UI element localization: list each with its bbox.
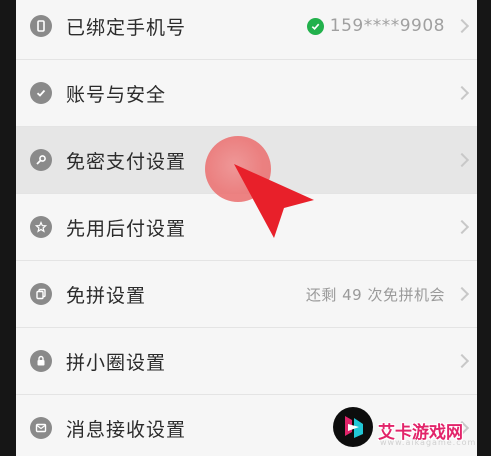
chevron-right-icon — [454, 353, 470, 369]
settings-item-group-free[interactable]: 免拼设置 还剩 49 次免拼机会 — [16, 261, 477, 328]
bound-phone-value: 159****9908 — [306, 16, 445, 36]
chevron-right-icon — [454, 219, 470, 235]
settings-item-label: 消息接收设置 — [66, 418, 187, 441]
settings-screen: 已绑定手机号 159****9908 账号与安全 免密支付设置 先用后付设置 免… — [16, 0, 477, 456]
settings-item-label: 免密支付设置 — [66, 150, 187, 173]
phone-icon — [30, 15, 52, 37]
group-free-remaining: 还剩 49 次免拼机会 — [305, 285, 445, 304]
settings-item-circle[interactable]: 拼小圈设置 — [16, 328, 477, 395]
shield-check-icon — [30, 82, 52, 104]
red-arrow-pointer-icon — [234, 164, 314, 238]
settings-item-label: 账号与安全 — [66, 83, 167, 106]
settings-item-label: 免拼设置 — [66, 284, 147, 307]
settings-item-label: 先用后付设置 — [66, 217, 187, 240]
badge-star-icon — [30, 216, 52, 238]
watermark-url: www.aikagame.com — [380, 438, 477, 447]
lock-icon — [30, 350, 52, 372]
settings-item-label: 已绑定手机号 — [66, 16, 187, 39]
settings-item-label: 拼小圈设置 — [66, 351, 167, 374]
chevron-right-icon — [454, 286, 470, 302]
watermark-logo-icon — [333, 407, 373, 447]
chevron-right-icon — [454, 152, 470, 168]
chevron-right-icon — [454, 85, 470, 101]
site-watermark: 艾卡游戏网 www.aikagame.com — [330, 400, 480, 456]
phone-bezel-right — [477, 0, 491, 456]
chevron-right-icon — [454, 18, 470, 34]
settings-item-account-security[interactable]: 账号与安全 — [16, 60, 477, 127]
message-icon — [30, 417, 52, 439]
phone-bezel-left — [0, 0, 16, 456]
verified-check-icon — [306, 17, 324, 35]
copy-icon — [30, 283, 52, 305]
phone-number-text: 159****9908 — [329, 16, 445, 36]
settings-item-bound-phone[interactable]: 已绑定手机号 159****9908 — [16, 0, 477, 60]
key-icon — [30, 149, 52, 171]
